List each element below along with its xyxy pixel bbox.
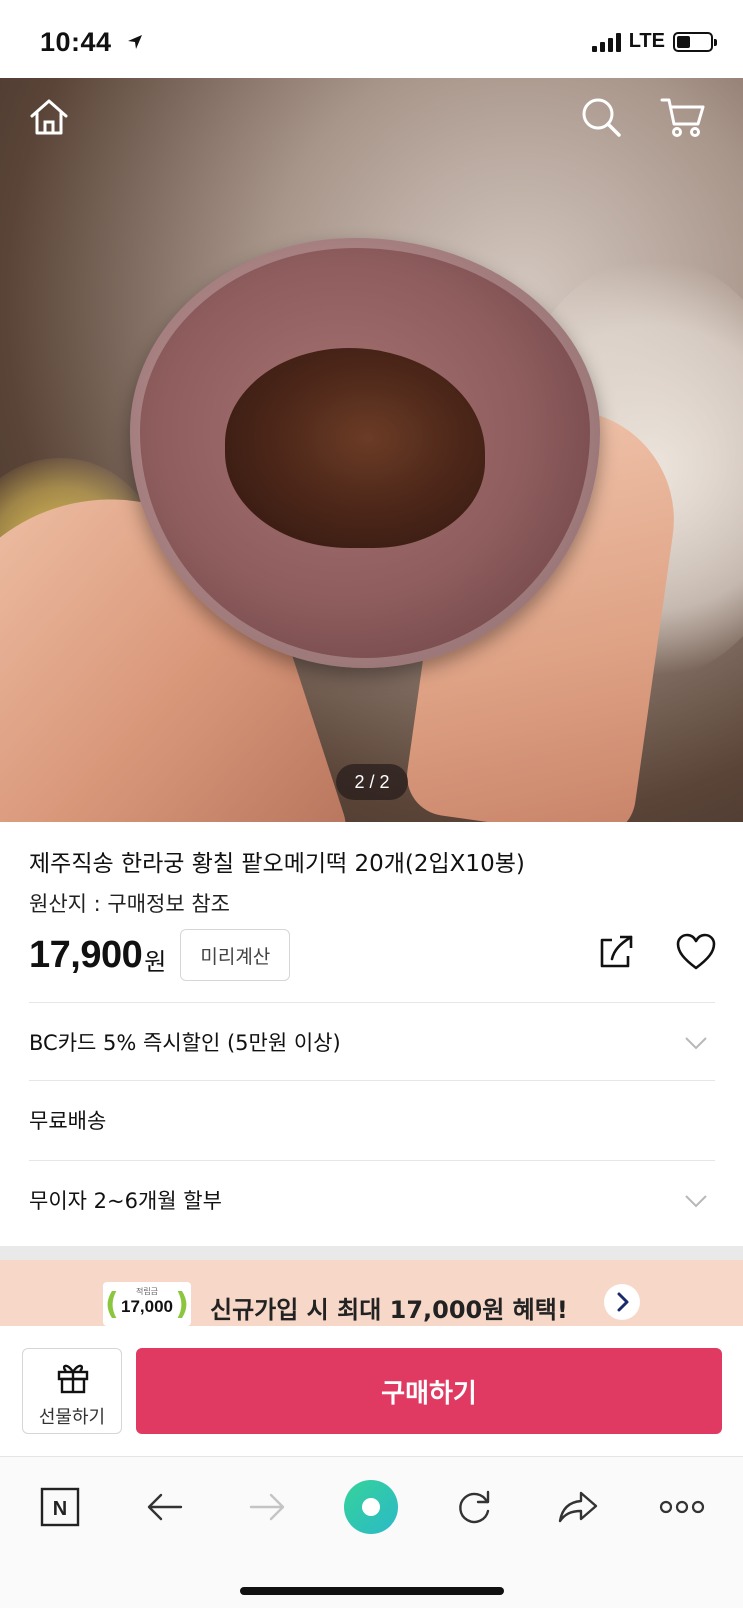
location-arrow-icon: [126, 33, 144, 57]
battery-icon: [673, 31, 717, 52]
chevron-right-icon[interactable]: [604, 1284, 640, 1320]
product-origin: 원산지 : 구매정보 참조: [29, 892, 230, 916]
purchase-action-bar: 선물하기 구매하기: [0, 1326, 743, 1456]
home-indicator[interactable]: [240, 1587, 504, 1595]
green-dot-icon[interactable]: [343, 1479, 399, 1535]
browser-toolbar: N: [0, 1456, 743, 1608]
gift-button[interactable]: 선물하기: [22, 1348, 122, 1434]
points-badge: ( 적립금 17,000 ): [103, 1282, 191, 1326]
gift-icon: [57, 1364, 89, 1394]
more-icon[interactable]: [654, 1479, 710, 1535]
status-indicators: LTE: [591, 30, 717, 53]
cart-icon[interactable]: [660, 94, 706, 140]
share-arrow-icon[interactable]: [550, 1479, 606, 1535]
shipping-row: 무료배송: [29, 1082, 715, 1158]
buy-button[interactable]: 구매하기: [136, 1348, 722, 1434]
precalc-button[interactable]: 미리계산: [180, 929, 291, 981]
status-bar: 10:44 LTE: [0, 0, 743, 78]
shipping-label: 무료배송: [29, 1109, 107, 1133]
price-row: 17,900 원 미리계산: [29, 929, 291, 981]
home-icon[interactable]: [28, 96, 70, 138]
naver-home-icon[interactable]: N: [32, 1479, 88, 1535]
installment-label: 무이자 2~6개월 할부: [29, 1189, 222, 1213]
signup-promo-banner[interactable]: ( 적립금 17,000 ) 신규가입 시 최대 17,000원 혜택!: [0, 1260, 743, 1326]
price-currency: 원: [144, 947, 167, 976]
divider: [29, 1160, 715, 1161]
installment-row[interactable]: 무이자 2~6개월 할부: [29, 1162, 715, 1238]
chevron-down-icon: [685, 1195, 707, 1208]
back-arrow-icon[interactable]: [137, 1479, 193, 1535]
card-discount-row[interactable]: BC카드 5% 즉시할인 (5만원 이상): [29, 1004, 715, 1080]
image-page-indicator: 2 / 2: [336, 764, 408, 800]
clock-text: 10:44: [40, 27, 112, 57]
search-icon[interactable]: [580, 96, 622, 138]
forward-arrow-icon[interactable]: [239, 1479, 295, 1535]
product-price: 17,900: [29, 933, 143, 976]
section-separator: [0, 1246, 743, 1260]
divider: [29, 1080, 715, 1081]
card-discount-label: BC카드 5% 즉시할인 (5만원 이상): [29, 1031, 341, 1055]
reload-icon[interactable]: [446, 1479, 502, 1535]
gift-button-label: 선물하기: [38, 1407, 106, 1428]
svg-text:N: N: [53, 1498, 67, 1520]
cellular-signal-icon: [591, 32, 621, 52]
heart-icon[interactable]: [676, 933, 716, 971]
chevron-down-icon: [685, 1037, 707, 1050]
divider: [29, 1002, 715, 1003]
status-time: 10:44: [40, 27, 144, 58]
product-image-carousel[interactable]: 2 / 2: [0, 78, 743, 822]
product-title: 제주직송 한라궁 황칠 팥오메기떡 20개(2입X10봉): [29, 851, 525, 877]
promo-text: 신규가입 시 최대 17,000원 혜택!: [210, 1296, 568, 1324]
share-icon[interactable]: [596, 932, 636, 972]
network-label: LTE: [628, 30, 665, 52]
